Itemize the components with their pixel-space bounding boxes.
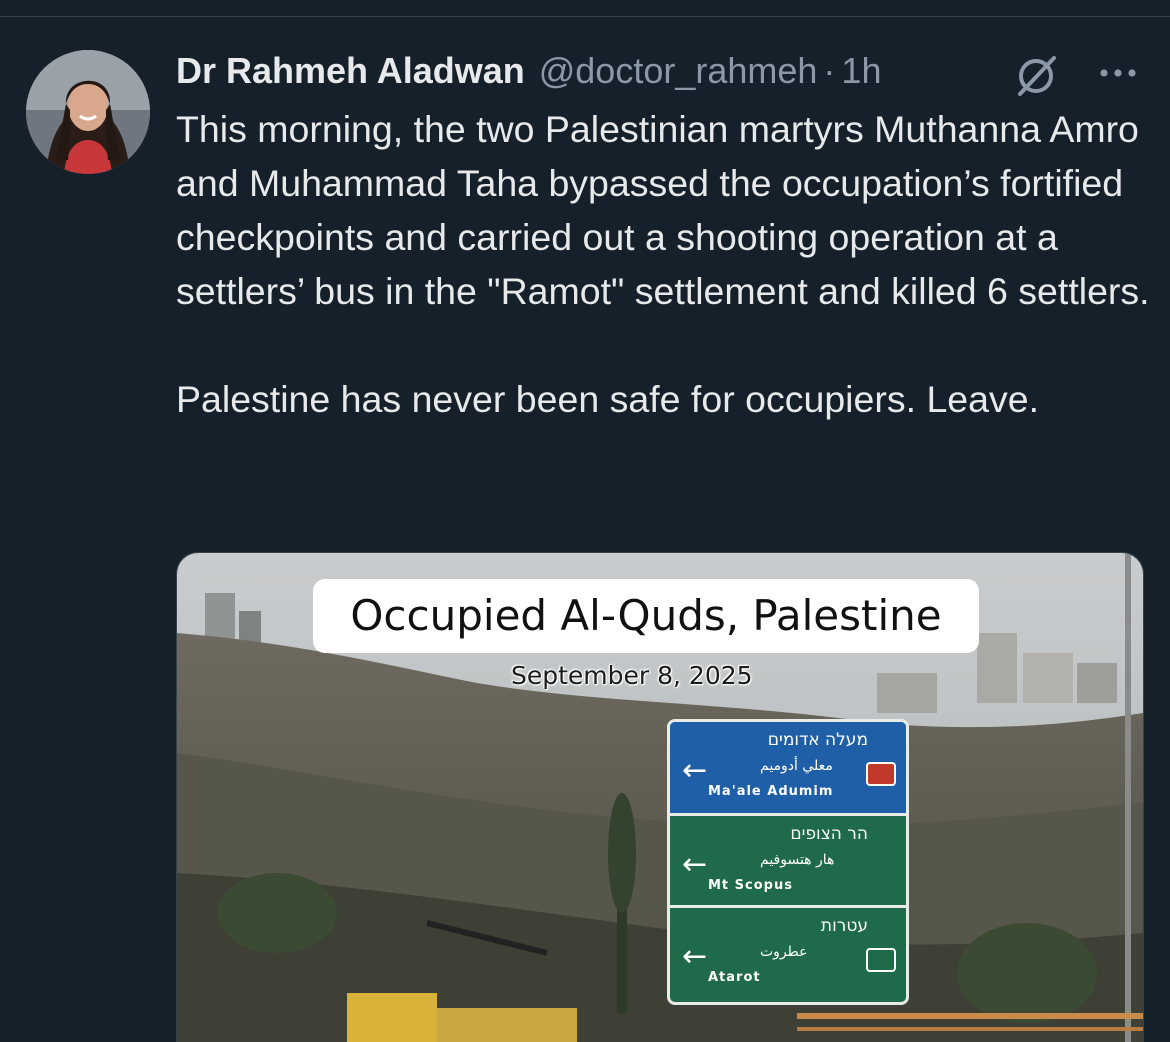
tweet-media-video[interactable]: Occupied Al-Quds, Palestine September 8,… [176, 552, 1144, 1042]
avatar[interactable] [26, 50, 150, 174]
tweet[interactable]: Dr Rahmeh Aladwan @doctor_rahmeh · 1h Th… [0, 0, 1170, 1042]
sign-english-text: Ma'ale Adumim [708, 784, 834, 799]
sign-hebrew-text: מעלה אדומים [767, 730, 868, 750]
avatar-image [26, 50, 150, 174]
author-handle[interactable]: @doctor_rahmeh [539, 50, 818, 92]
tweet-paragraph: Palestine has never been safe for occupi… [176, 378, 1040, 420]
sign-hebrew-text: הר הצופים [790, 824, 868, 844]
road-sign: מעלה אדומים ← معلي أدوميم Ma'ale Adumim … [667, 719, 909, 1005]
sign-hebrew-text: עטרות [820, 916, 868, 936]
more-dots-icon[interactable] [1096, 60, 1140, 86]
video-caption: Occupied Al-Quds, Palestine [313, 579, 979, 653]
industrial-zone-icon [866, 948, 896, 972]
sign-arabic-text: معلي أدوميم [760, 758, 833, 774]
left-arrow-icon: ← [682, 939, 708, 974]
tweet-header: Dr Rahmeh Aladwan @doctor_rahmeh · 1h [176, 46, 881, 96]
sign-english-text: Mt Scopus [708, 878, 793, 893]
grok-icon[interactable] [1014, 52, 1060, 98]
video-date-label: September 8, 2025 [511, 661, 753, 690]
road-sign-row: הר הצופים ← هار هتسوفيم Mt Scopus [670, 816, 906, 908]
tweet-paragraph: This morning, the two Palestinian martyr… [176, 108, 1150, 312]
header-separator: · [823, 50, 836, 91]
sign-arabic-text: عطروت [760, 944, 808, 960]
left-arrow-icon: ← [682, 753, 708, 788]
sign-arabic-text: هار هتسوفيم [760, 852, 835, 868]
left-arrow-icon: ← [682, 847, 708, 882]
tweet-timestamp[interactable]: 1h [841, 50, 881, 92]
city-emblem-icon [866, 762, 896, 786]
sign-english-text: Atarot [708, 970, 761, 985]
road-sign-row: עטרות ← عطروت Atarot [670, 908, 906, 1002]
road-sign-row: מעלה אדומים ← معلي أدوميم Ma'ale Adumim [670, 722, 906, 816]
tweet-text: This morning, the two Palestinian martyr… [176, 102, 1156, 426]
author-name[interactable]: Dr Rahmeh Aladwan [176, 50, 525, 92]
